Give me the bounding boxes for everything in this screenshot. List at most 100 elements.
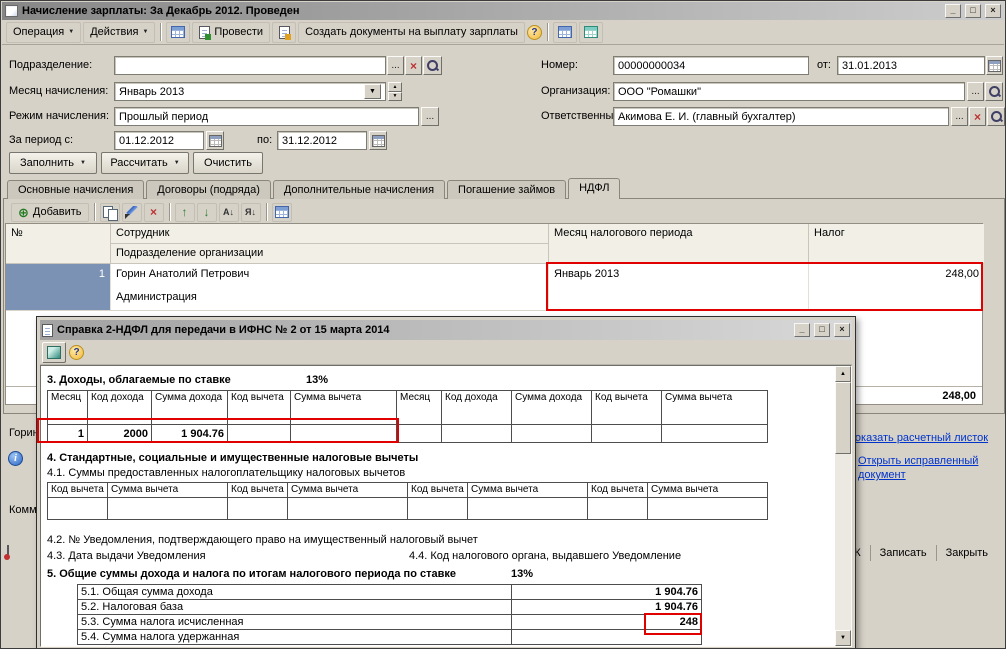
accrual-month-field[interactable]: Январь 2013 ▼: [114, 82, 386, 101]
actions-menu-button[interactable]: Действия ▼: [83, 21, 156, 43]
responsible-field[interactable]: Акимова Е. И. (главный бухгалтер): [613, 107, 949, 126]
ndfl-certificate-dialog: Справка 2-НДФЛ для передачи в ИФНС № 2 о…: [36, 316, 856, 648]
spin-down-icon[interactable]: ▼: [388, 91, 402, 101]
responsible-clear-button[interactable]: ×: [969, 107, 986, 126]
income-cell-amount[interactable]: 1 904.76: [151, 424, 228, 443]
column-header-tax-month[interactable]: Месяц налогового периода: [549, 224, 809, 264]
responsible-search-button[interactable]: [987, 107, 1005, 126]
deduction-cell[interactable]: [467, 497, 588, 520]
column-header-num[interactable]: №: [6, 224, 111, 264]
deduction-col-header: Код вычета: [227, 482, 288, 498]
accrual-mode-field[interactable]: Прошлый период: [114, 107, 419, 126]
doc-date-field[interactable]: 31.01.2013: [837, 56, 985, 75]
close-form-button[interactable]: Закрыть: [935, 545, 997, 561]
department-clear-button[interactable]: ×: [405, 56, 422, 75]
open-list-button[interactable]: [166, 21, 191, 43]
deduction-cell[interactable]: [587, 497, 648, 520]
add-row-button[interactable]: ⊕ Добавить: [11, 202, 89, 222]
move-up-button[interactable]: ↑: [174, 202, 195, 222]
tax-base-value[interactable]: 1 904.76: [511, 599, 702, 615]
organization-search-button[interactable]: [985, 82, 1003, 101]
list-settings-button[interactable]: [271, 202, 292, 222]
income-cell[interactable]: [591, 424, 662, 443]
scroll-down-button[interactable]: ▼: [835, 630, 851, 646]
dialog-minimize-button[interactable]: _: [794, 323, 810, 337]
column-header-tax[interactable]: Налог: [809, 224, 984, 264]
responsible-select-button[interactable]: ...: [951, 107, 968, 126]
dialog-close-button[interactable]: ×: [834, 323, 850, 337]
save-button[interactable]: Записать: [869, 545, 936, 561]
tab-ndfl[interactable]: НДФЛ: [568, 178, 621, 199]
tax-calculated-value[interactable]: 248: [511, 614, 702, 630]
department-field[interactable]: [114, 56, 386, 75]
maximize-button[interactable]: □: [965, 4, 981, 18]
move-down-button[interactable]: ↓: [196, 202, 217, 222]
department-search-button[interactable]: [423, 56, 442, 75]
income-cell[interactable]: [661, 424, 768, 443]
corrected-document-link[interactable]: Открыть исправленный документ: [858, 454, 990, 482]
number-field[interactable]: 00000000034: [613, 56, 809, 75]
post-button[interactable]: Провести: [192, 21, 271, 43]
income-cell-code[interactable]: 2000: [87, 424, 152, 443]
doc-date-calendar-button[interactable]: [986, 56, 1003, 75]
tab-loan-repayment[interactable]: Погашение займов: [447, 180, 567, 199]
document-structure-button[interactable]: [578, 21, 603, 43]
calculate-button[interactable]: Рассчитать ▼: [101, 152, 189, 174]
income-cell[interactable]: [396, 424, 442, 443]
tab-contracts[interactable]: Договоры (подряда): [146, 180, 271, 199]
deduction-cell[interactable]: [47, 497, 108, 520]
payslip-link[interactable]: Показать расчетный листок: [847, 432, 988, 444]
period-to-calendar-button[interactable]: [369, 131, 387, 150]
column-header-department[interactable]: Подразделение организации: [111, 244, 549, 264]
income-cell-month[interactable]: 1: [47, 424, 88, 443]
section4-sub1: 4.1. Суммы предоставленных налогоплатель…: [47, 467, 406, 479]
preview-button[interactable]: [42, 341, 66, 363]
edit-row-button[interactable]: [121, 202, 142, 222]
deduction-cell[interactable]: [647, 497, 768, 520]
delete-row-button[interactable]: ×: [143, 202, 164, 222]
tab-main-accruals[interactable]: Основные начисления: [7, 180, 145, 199]
period-from-field[interactable]: 01.12.2012: [114, 131, 204, 150]
organization-field[interactable]: ООО "Ромашки": [613, 82, 965, 101]
income-cell[interactable]: [441, 424, 512, 443]
period-to-field[interactable]: 31.12.2012: [277, 131, 367, 150]
deduction-cell[interactable]: [407, 497, 468, 520]
create-based-on-button[interactable]: [272, 21, 297, 43]
sort-descending-button[interactable]: Я↓: [240, 202, 261, 222]
tax-withheld-value[interactable]: [511, 629, 702, 645]
close-button[interactable]: ×: [985, 4, 1001, 18]
department-select-button[interactable]: ...: [387, 56, 404, 75]
dialog-maximize-button[interactable]: □: [814, 323, 830, 337]
income-cell[interactable]: [511, 424, 592, 443]
period-from-calendar-button[interactable]: [206, 131, 224, 150]
dialog-help-button[interactable]: ?: [69, 344, 84, 360]
accrual-month-dropdown-button[interactable]: ▼: [364, 84, 381, 99]
service-button[interactable]: [7, 545, 9, 559]
total-income-value[interactable]: 1 904.76: [511, 584, 702, 600]
help-button[interactable]: ?: [526, 24, 542, 40]
tab-additional-accruals[interactable]: Дополнительные начисления: [272, 180, 446, 199]
clear-button[interactable]: Очистить: [193, 152, 263, 174]
spin-up-icon[interactable]: ▲: [388, 82, 402, 92]
operation-menu-button[interactable]: Операция ▼: [6, 21, 82, 43]
minimize-button[interactable]: _: [945, 4, 961, 18]
accrual-month-spinner[interactable]: ▲ ▼: [388, 82, 402, 101]
info-icon-button[interactable]: i: [8, 451, 23, 466]
accrual-mode-select-button[interactable]: ...: [421, 107, 439, 126]
income-cell[interactable]: [290, 424, 397, 443]
dialog-scrollbar[interactable]: ▲ ▼: [835, 366, 851, 646]
deduction-cell[interactable]: [287, 497, 408, 520]
create-payment-docs-button[interactable]: Создать документы на выплату зарплаты: [298, 21, 525, 43]
deduction-cell[interactable]: [227, 497, 288, 520]
scroll-up-button[interactable]: ▲: [835, 366, 851, 382]
deduction-cell[interactable]: [107, 497, 228, 520]
fill-button[interactable]: Заполнить ▼: [9, 152, 97, 174]
document-icon: [42, 323, 53, 337]
income-cell[interactable]: [227, 424, 291, 443]
scrollbar-thumb[interactable]: [835, 382, 851, 454]
organization-select-button[interactable]: ...: [967, 82, 984, 101]
copy-row-button[interactable]: [99, 202, 120, 222]
related-documents-button[interactable]: [552, 21, 577, 43]
sort-ascending-button[interactable]: А↓: [218, 202, 239, 222]
column-header-employee[interactable]: Сотрудник: [111, 224, 549, 244]
